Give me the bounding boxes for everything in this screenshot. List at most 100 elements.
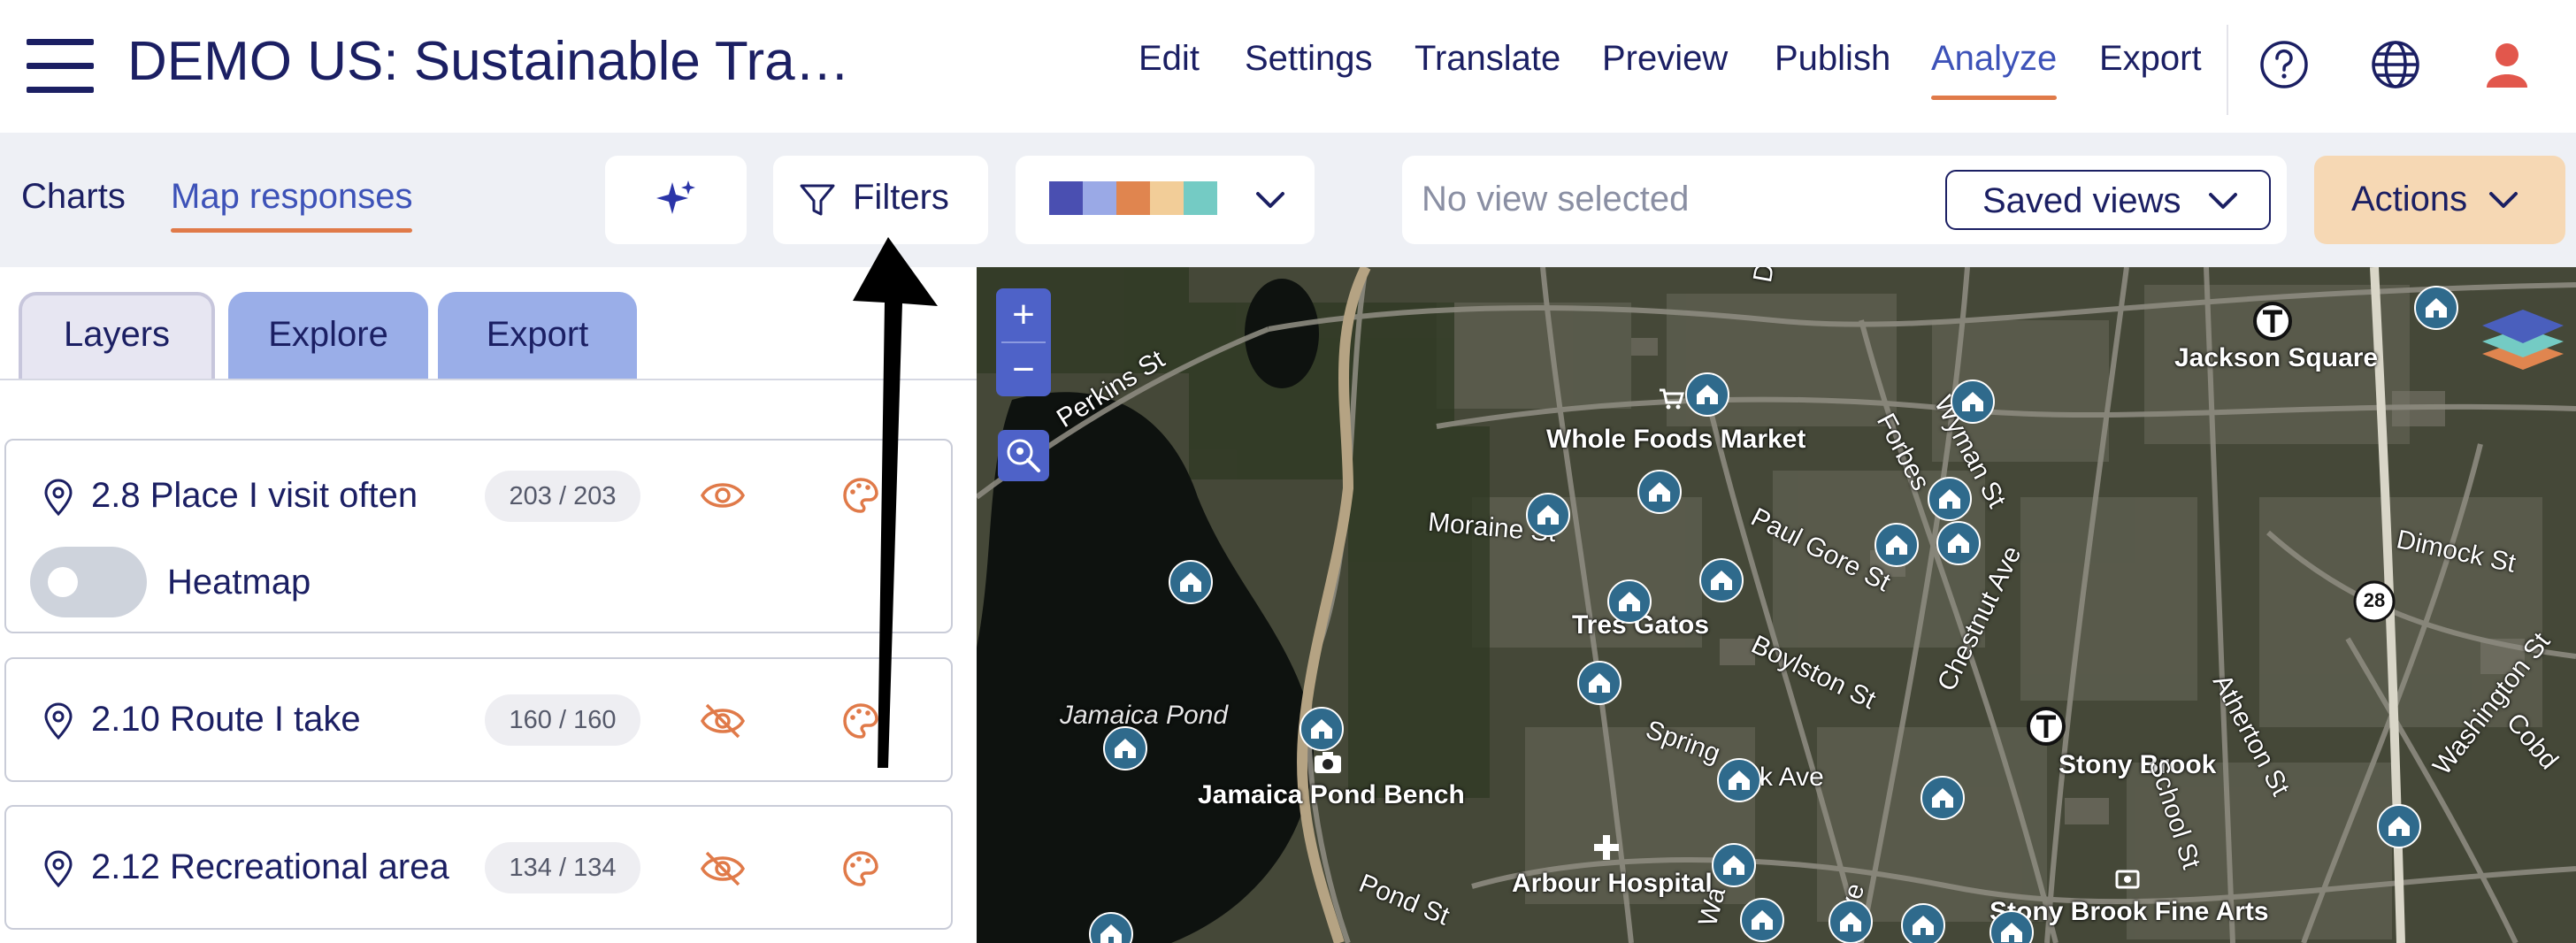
response-marker[interactable]	[1828, 899, 1874, 943]
layer-count-badge: 160 / 160	[485, 694, 640, 746]
transit-icon	[2253, 302, 2292, 341]
museum-icon	[2115, 870, 2140, 889]
hospital-icon	[1594, 835, 1619, 860]
palette-icon[interactable]	[841, 476, 880, 515]
menu-icon[interactable]	[27, 39, 94, 94]
response-marker[interactable]	[1920, 775, 1966, 821]
layer-count-badge: 134 / 134	[485, 842, 640, 893]
layer-card-place-visit-often: 2.8 Place I visit often 203 / 203 Heatma…	[4, 439, 953, 633]
help-icon[interactable]	[2259, 40, 2309, 89]
response-marker[interactable]	[2376, 803, 2422, 849]
nav-publish[interactable]: Publish	[1775, 39, 1890, 79]
transit-icon	[2027, 707, 2066, 746]
nav-analyze[interactable]: Analyze	[1931, 39, 2058, 100]
response-marker[interactable]	[1088, 911, 1134, 943]
tab-layers-label: Layers	[63, 315, 171, 354]
chevron-down-icon	[2489, 192, 2518, 208]
poi-label: Arbour Hospital	[1512, 869, 1713, 898]
transit-station-label: Jackson Square	[2174, 343, 2379, 372]
poi-label: Jamaica Pond Bench	[1198, 780, 1465, 809]
response-marker[interactable]	[1927, 476, 1973, 522]
layer-title: 2.8 Place I visit often	[91, 476, 418, 515]
response-marker[interactable]	[1606, 579, 1652, 625]
heatmap-label: Heatmap	[167, 563, 311, 602]
response-marker[interactable]	[2413, 285, 2459, 331]
response-marker[interactable]	[1989, 909, 2035, 943]
response-marker[interactable]	[1102, 725, 1148, 771]
response-marker[interactable]	[1684, 372, 1730, 418]
response-marker[interactable]	[1936, 520, 1982, 566]
actions-button[interactable]: Actions	[2314, 156, 2565, 244]
palette-icon[interactable]	[841, 849, 880, 888]
color-swatch	[1150, 181, 1184, 215]
response-marker[interactable]	[1711, 842, 1757, 888]
poi-label: Whole Foods Market	[1546, 425, 1806, 454]
color-swatch	[1049, 181, 1083, 215]
top-bar: DEMO US: Sustainable Tra… Edit Settings …	[0, 0, 2576, 133]
ai-insights-button[interactable]	[605, 156, 747, 244]
nav-preview[interactable]: Preview	[1602, 39, 1728, 79]
response-marker[interactable]	[1716, 757, 1762, 803]
heatmap-toggle[interactable]	[30, 547, 147, 617]
view-placeholder[interactable]: No view selected	[1422, 180, 1689, 219]
response-marker[interactable]	[1168, 559, 1214, 605]
sparkles-icon	[656, 180, 695, 214]
tab-map-responses[interactable]: Map responses	[171, 177, 413, 233]
layer-card-route-i-take: 2.10 Route I take 160 / 160	[4, 657, 953, 782]
tab-explore[interactable]: Explore	[228, 292, 428, 379]
nav-edit[interactable]: Edit	[1138, 39, 1200, 79]
eye-icon[interactable]	[700, 478, 746, 513]
response-marker[interactable]	[1637, 469, 1683, 515]
locate-button[interactable]	[998, 430, 1049, 481]
response-marker[interactable]	[1739, 897, 1785, 943]
response-marker[interactable]	[1950, 379, 1996, 425]
zoom-out-button[interactable]: −	[996, 343, 1051, 396]
color-swatch	[1083, 181, 1116, 215]
nav-settings[interactable]: Settings	[1245, 39, 1373, 79]
saved-view-selector: No view selected Saved views	[1402, 156, 2287, 244]
street-label: k Ave	[1760, 763, 1824, 792]
layer-title: 2.12 Recreational area	[91, 847, 449, 886]
color-swatch	[1116, 181, 1150, 215]
color-scheme-dropdown[interactable]	[1016, 156, 1315, 244]
saved-views-button[interactable]: Saved views	[1945, 170, 2271, 230]
response-marker[interactable]	[1576, 660, 1622, 706]
tab-charts[interactable]: Charts	[21, 177, 126, 217]
layers-panel: Layers Explore Export 2.8 Place I visit …	[0, 267, 977, 943]
satellite-map[interactable]: Perkins St Whole Foods Market Moraine St…	[977, 267, 2576, 943]
layer-title: 2.10 Route I take	[91, 700, 361, 739]
user-icon[interactable]	[2482, 40, 2532, 89]
filter-icon	[800, 184, 835, 216]
tab-layers[interactable]: Layers	[19, 292, 215, 379]
shopping-cart-icon	[1660, 388, 1684, 410]
project-title: DEMO US: Sustainable Tra…	[127, 31, 850, 92]
tab-export-label: Export	[486, 315, 589, 354]
nav-translate[interactable]: Translate	[1414, 39, 1560, 79]
saved-views-label: Saved views	[1982, 181, 2181, 220]
nav-export[interactable]: Export	[2099, 39, 2202, 79]
transit-station-label: Stony Brook	[2058, 750, 2217, 779]
response-marker[interactable]	[1525, 492, 1571, 538]
actions-label: Actions	[2351, 180, 2468, 218]
eye-off-icon[interactable]	[700, 851, 746, 886]
response-marker[interactable]	[1299, 706, 1345, 752]
zoom-in-button[interactable]: +	[996, 288, 1051, 341]
search-location-icon	[1007, 439, 1040, 472]
map-pin-icon	[44, 702, 73, 740]
layer-card-recreational-area: 2.12 Recreational area 134 / 134	[4, 805, 953, 930]
response-marker[interactable]	[1698, 557, 1744, 603]
route-shield: 28	[2351, 579, 2397, 625]
globe-icon[interactable]	[2371, 40, 2420, 89]
tab-explore-label: Explore	[268, 315, 388, 354]
eye-off-icon[interactable]	[700, 703, 746, 739]
tab-export[interactable]: Export	[438, 292, 637, 379]
palette-icon[interactable]	[841, 702, 880, 740]
filters-button[interactable]: Filters	[773, 156, 988, 244]
response-marker[interactable]	[1874, 522, 1920, 568]
map-pin-icon	[44, 479, 73, 517]
layer-stack-icon[interactable]	[2479, 295, 2567, 380]
camera-icon	[1315, 752, 1341, 773]
chevron-down-icon	[1256, 192, 1284, 208]
response-marker[interactable]	[1900, 902, 1946, 943]
tabs-divider	[0, 379, 977, 380]
